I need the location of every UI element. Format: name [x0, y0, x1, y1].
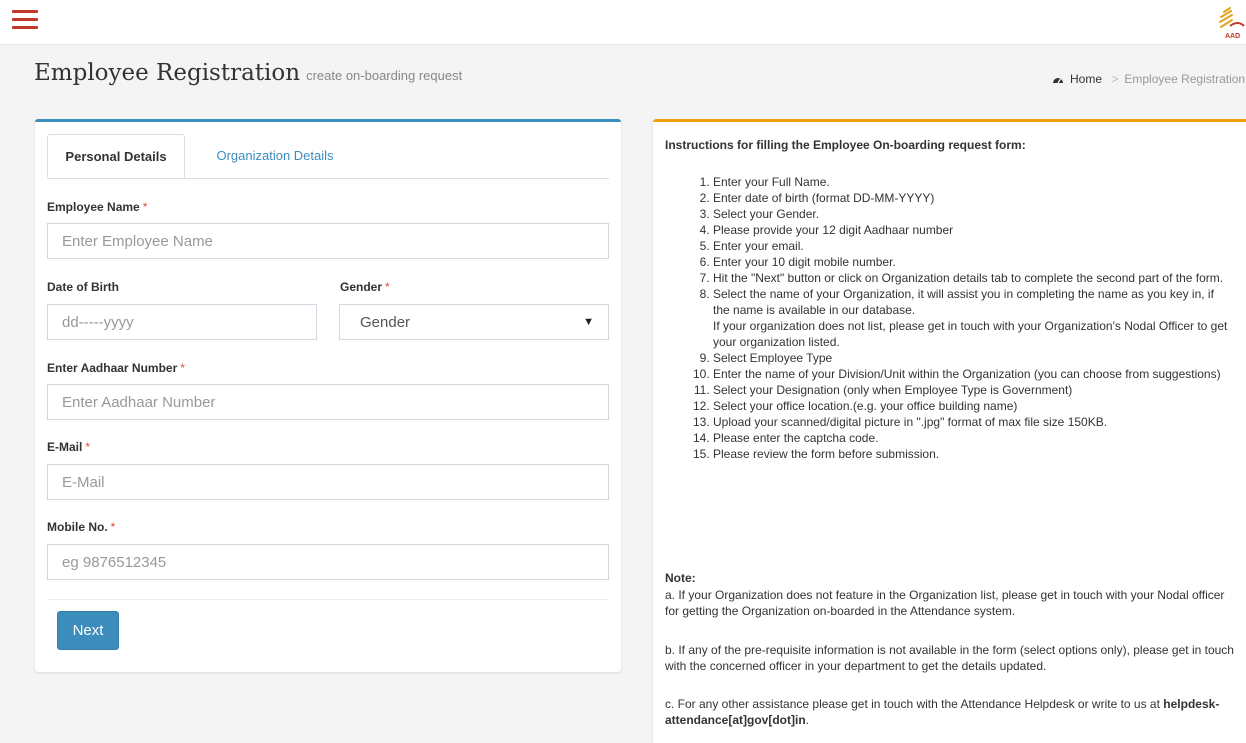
hamburger-icon[interactable] [12, 10, 38, 32]
breadcrumb: Home > Employee Registration [1052, 72, 1246, 86]
next-button[interactable]: Next [57, 611, 119, 650]
employee-name-label: Employee Name * [47, 200, 147, 214]
form-divider [47, 599, 609, 600]
instruction-step: Select your office location.(e.g. your o… [713, 398, 1230, 414]
gender-select-value: Gender [360, 314, 411, 331]
mobile-label-text: Mobile No. [47, 520, 108, 534]
instruction-step-extra: If your organization does not list, plea… [713, 319, 1228, 349]
svg-text:AAD: AAD [1225, 33, 1240, 40]
dob-input[interactable] [47, 304, 317, 340]
required-mark: * [385, 280, 390, 294]
gender-select[interactable]: Gender ▼ [339, 304, 609, 340]
instruction-step: Select your Designation (only when Emplo… [713, 382, 1230, 398]
dashboard-icon [1053, 78, 1063, 84]
note-c-end: . [805, 713, 810, 727]
instructions-title: Instructions for filling the Employee On… [665, 138, 1026, 152]
email-input[interactable] [47, 464, 609, 500]
email-label: E-Mail * [47, 440, 90, 454]
instructions-steps: Enter your Full Name. Enter date of birt… [665, 174, 1230, 462]
employee-name-input[interactable] [47, 223, 609, 259]
required-mark: * [85, 440, 91, 454]
required-mark: * [142, 200, 148, 214]
instruction-step: Please provide your 12 digit Aadhaar num… [713, 222, 1230, 238]
top-navbar: AAD [0, 0, 1246, 45]
instruction-step-text: Select the name of your Organization, it… [713, 287, 1214, 317]
instructions-panel: Instructions for filling the Employee On… [653, 119, 1246, 743]
note-c: c. For any other assistance please get i… [665, 696, 1235, 728]
aadhaar-input[interactable] [47, 384, 609, 420]
aadhaar-logo-icon: AAD [1219, 7, 1245, 40]
note-title: Note: [665, 571, 696, 585]
caret-down-icon: ▼ [583, 316, 594, 328]
dob-label: Date of Birth [47, 280, 119, 294]
instruction-step: Please enter the captcha code. [713, 430, 1230, 446]
page-title-text: Employee Registration [34, 60, 301, 86]
page-subtitle: create on-boarding request [306, 68, 463, 83]
instruction-step: Upload your scanned/digital picture in "… [713, 414, 1230, 430]
page-title: Employee Registration create on-boarding … [34, 60, 462, 86]
instruction-step: Please review the form before submission… [713, 446, 1230, 462]
note-a: a. If your Organization does not feature… [665, 588, 1225, 618]
instruction-step: Enter date of birth (format DD-MM-YYYY) [713, 190, 1230, 206]
gender-label: Gender * [340, 280, 390, 294]
employee-name-label-text: Employee Name [47, 200, 140, 214]
instruction-step: Enter your 10 digit mobile number. [713, 254, 1230, 270]
mobile-input[interactable] [47, 544, 609, 580]
email-label-text: E-Mail [47, 440, 83, 454]
instruction-step: Enter your Full Name. [713, 174, 1230, 190]
instruction-step: Select your Gender. [713, 206, 1230, 222]
instruction-step: Select Employee Type [713, 350, 1230, 366]
note-c-text: c. For any other assistance please get i… [665, 697, 1160, 711]
mobile-label: Mobile No. * [47, 520, 115, 534]
breadcrumb-separator: > [1111, 72, 1119, 86]
tab-organization-details[interactable]: Organization Details [195, 134, 355, 178]
breadcrumb-home[interactable]: Home [1052, 72, 1105, 86]
instruction-step: Hit the "Next" button or click on Organi… [713, 270, 1230, 286]
form-tabs: Personal Details Organization Details [47, 134, 609, 179]
required-mark: * [180, 361, 185, 375]
aadhaar-label-text: Enter Aadhaar Number [47, 361, 178, 375]
gender-label-text: Gender [340, 280, 383, 294]
content-header: Employee Registration create on-boarding … [0, 44, 1246, 104]
registration-form-card: Personal Details Organization Details Em… [35, 119, 621, 672]
aadhaar-label: Enter Aadhaar Number * [47, 361, 185, 375]
required-mark: * [110, 520, 116, 534]
breadcrumb-current: Employee Registration [1124, 72, 1246, 86]
instruction-step: Enter your email. [713, 238, 1230, 254]
note-b: b. If any of the pre-requisite informati… [665, 643, 1234, 673]
instruction-step: Select the name of your Organization, it… [713, 286, 1230, 350]
instruction-step: Enter the name of your Division/Unit wit… [713, 366, 1230, 382]
tab-personal-details[interactable]: Personal Details [47, 134, 185, 178]
breadcrumb-home-label: Home [1070, 72, 1103, 86]
